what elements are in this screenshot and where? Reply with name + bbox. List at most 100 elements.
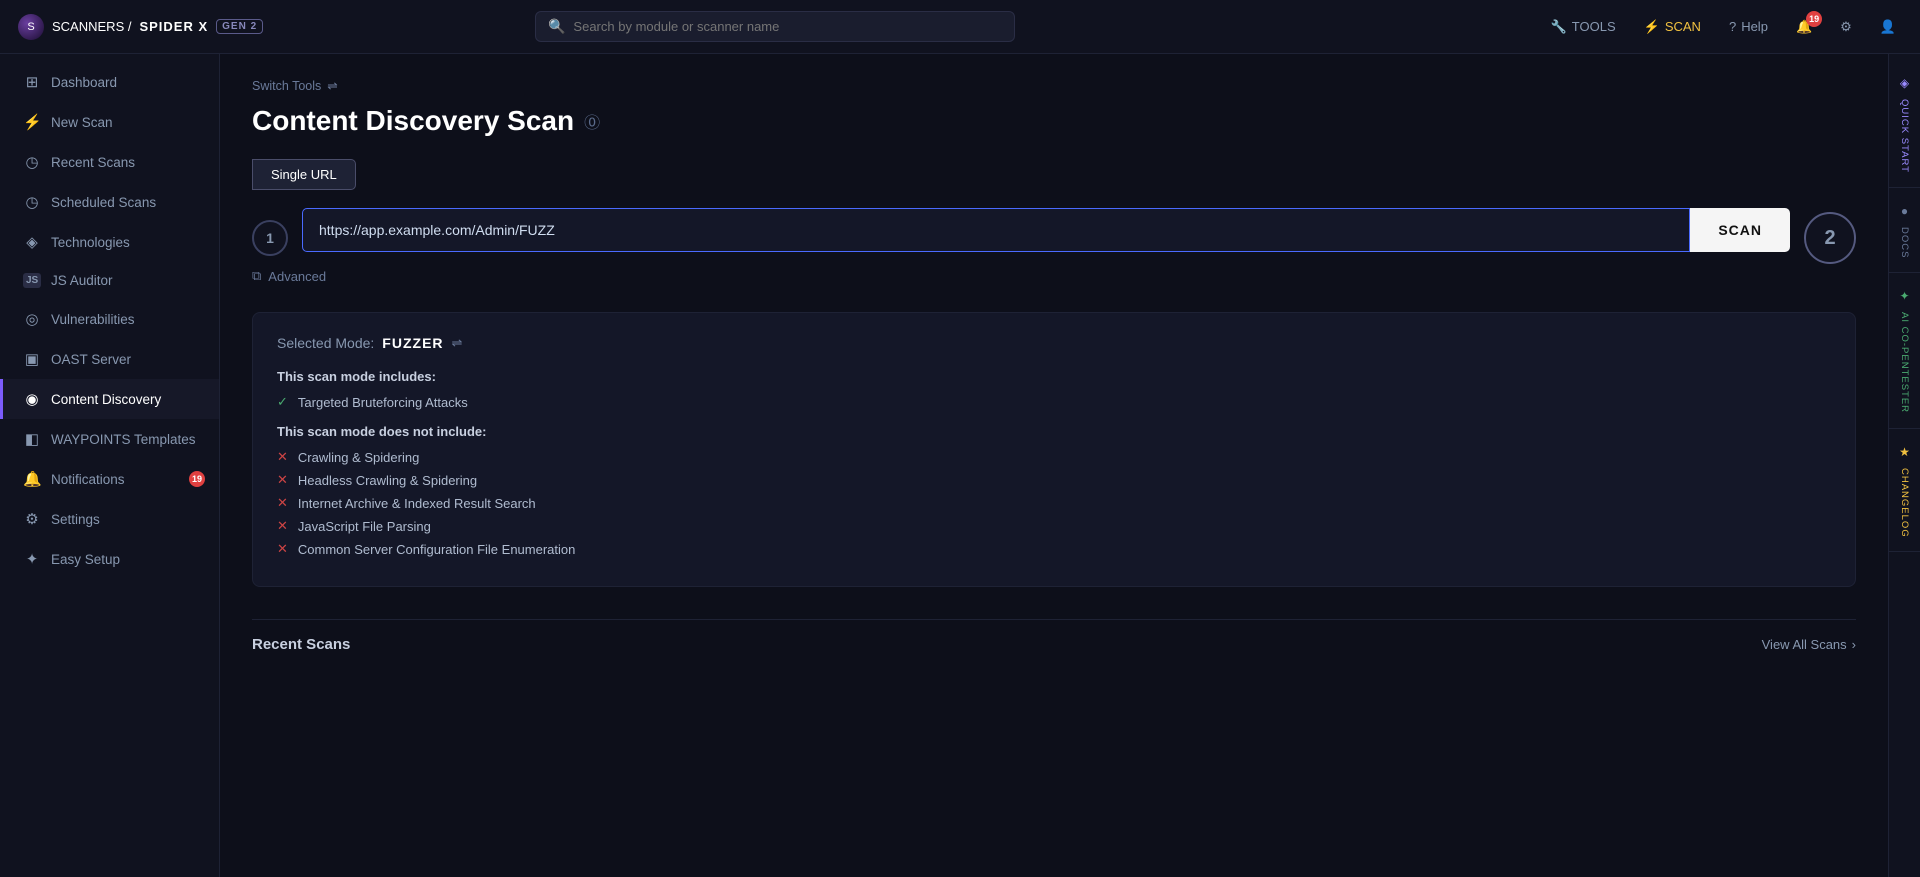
mode-row: Selected Mode: FUZZER ⇌: [277, 335, 1831, 351]
tab-bar: Single URL: [252, 159, 1856, 190]
step2-circle: 2: [1804, 212, 1856, 264]
layout: ⊞ Dashboard ⚡ New Scan ◷ Recent Scans ◷ …: [0, 54, 1920, 877]
sidebar-item-label: New Scan: [51, 115, 113, 130]
feature-excluded-label-0: Crawling & Spidering: [298, 450, 419, 465]
advanced-sliders-icon: ⧉: [252, 268, 261, 284]
docs-label: Docs: [1899, 227, 1910, 258]
tools-icon: 🔧: [1551, 19, 1567, 35]
sidebar-item-new-scan[interactable]: ⚡ New Scan: [0, 102, 219, 142]
url-input-row: SCAN: [302, 208, 1790, 252]
selected-mode-label: Selected Mode:: [277, 335, 374, 351]
ai-icon: ✦: [1898, 289, 1912, 304]
page-title: Content Discovery Scan: [252, 105, 574, 137]
settings-button[interactable]: ⚙: [1834, 15, 1858, 39]
sidebar-item-label: Easy Setup: [51, 552, 120, 567]
gen-badge: GEN 2: [216, 19, 263, 34]
avatar-icon: 👤: [1880, 19, 1896, 35]
sidebar-item-label: OAST Server: [51, 352, 131, 367]
feature-excluded-4: ✕ Common Server Configuration File Enume…: [277, 541, 1831, 557]
search-input[interactable]: [573, 12, 1002, 41]
sidebar-item-easy-setup[interactable]: ✦ Easy Setup: [0, 539, 219, 579]
scan-label: SCAN: [1665, 19, 1701, 34]
url-input[interactable]: [302, 208, 1690, 252]
view-all-scans-link[interactable]: View All Scans ›: [1762, 637, 1856, 652]
sidebar-item-js-auditor[interactable]: JS JS Auditor: [0, 262, 219, 299]
waypoints-icon: ◧: [23, 430, 41, 448]
feature-excluded-label-3: JavaScript File Parsing: [298, 519, 431, 534]
sidebar-item-recent-scans[interactable]: ◷ Recent Scans: [0, 142, 219, 182]
chevron-right-icon: ›: [1852, 637, 1856, 652]
sidebar-item-dashboard[interactable]: ⊞ Dashboard: [0, 62, 219, 102]
feature-excluded-label-4: Common Server Configuration File Enumera…: [298, 542, 575, 557]
switch-tools-icon: ⇌: [327, 78, 337, 93]
mode-value: FUZZER: [382, 335, 443, 351]
help-icon: ?: [1729, 19, 1736, 34]
easy-setup-icon: ✦: [23, 550, 41, 568]
scan-button[interactable]: ⚡ SCAN: [1638, 15, 1707, 39]
topnav: S SCANNERS / SPIDER X GEN 2 🔍 🔧 TOOLS ⚡ …: [0, 0, 1920, 54]
rp-tab-quick-start[interactable]: ◈ Quick start: [1889, 62, 1920, 188]
dashboard-icon: ⊞: [23, 73, 41, 91]
topnav-right: 🔧 TOOLS ⚡ SCAN ? Help 🔔 19 ⚙ 👤: [1545, 15, 1902, 39]
sidebar-item-scheduled-scans[interactable]: ◷ Scheduled Scans: [0, 182, 219, 222]
recent-scans-bar: Recent Scans View All Scans ›: [252, 619, 1856, 657]
help-label: Help: [1741, 19, 1768, 34]
feature-excluded-3: ✕ JavaScript File Parsing: [277, 518, 1831, 534]
advanced-label: Advanced: [268, 269, 326, 284]
sidebar-item-label: Dashboard: [51, 75, 117, 90]
not-includes-title: This scan mode does not include:: [277, 424, 1831, 439]
feature-excluded-label-1: Headless Crawling & Spidering: [298, 473, 477, 488]
tools-button[interactable]: 🔧 TOOLS: [1545, 15, 1622, 39]
view-all-label: View All Scans: [1762, 637, 1847, 652]
sidebar-item-waypoints[interactable]: ◧ WAYPOINTS Templates: [0, 419, 219, 459]
sidebar-item-label: WAYPOINTS Templates: [51, 432, 196, 447]
sidebar: ⊞ Dashboard ⚡ New Scan ◷ Recent Scans ◷ …: [0, 54, 220, 877]
sidebar-item-content-discovery[interactable]: ◉ Content Discovery: [0, 379, 219, 419]
scan-main-button[interactable]: SCAN: [1690, 208, 1790, 252]
notifications-button[interactable]: 🔔 19: [1790, 15, 1818, 39]
search-bar[interactable]: 🔍: [535, 11, 1015, 42]
feature-excluded-label-2: Internet Archive & Indexed Result Search: [298, 496, 536, 511]
tab-single-url[interactable]: Single URL: [252, 159, 356, 190]
scheduled-scans-icon: ◷: [23, 193, 41, 211]
mode-section: Selected Mode: FUZZER ⇌ This scan mode i…: [252, 312, 1856, 587]
rp-tab-changelog[interactable]: ★ Changelog: [1889, 431, 1920, 553]
mode-switch-icon[interactable]: ⇌: [452, 335, 463, 351]
sidebar-item-settings[interactable]: ⚙ Settings: [0, 499, 219, 539]
sidebar-item-label: Recent Scans: [51, 155, 135, 170]
sidebar-item-technologies[interactable]: ◈ Technologies: [0, 222, 219, 262]
includes-title: This scan mode includes:: [277, 369, 1831, 384]
vulnerabilities-icon: ◎: [23, 310, 41, 328]
feature-excluded-1: ✕ Headless Crawling & Spidering: [277, 472, 1831, 488]
page-title-help-icon[interactable]: ⓪: [584, 109, 600, 133]
new-scan-icon: ⚡: [23, 113, 41, 131]
sidebar-item-notifications[interactable]: 🔔 Notifications 19: [0, 459, 219, 499]
gear-icon: ⚙: [1840, 19, 1852, 35]
rp-tab-docs[interactable]: ● Docs: [1889, 190, 1920, 273]
quick-start-label: Quick start: [1899, 99, 1910, 173]
sidebar-item-label: Vulnerabilities: [51, 312, 135, 327]
notifications-badge: 19: [1806, 11, 1822, 27]
user-avatar-button[interactable]: 👤: [1874, 15, 1902, 39]
content-discovery-icon: ◉: [23, 390, 41, 408]
check-icon: ✓: [277, 394, 288, 410]
sidebar-item-label: Notifications: [51, 472, 125, 487]
brand: S SCANNERS / SPIDER X GEN 2: [18, 14, 263, 40]
x-icon-1: ✕: [277, 472, 288, 488]
sidebar-item-vulnerabilities[interactable]: ◎ Vulnerabilities: [0, 299, 219, 339]
step1-circle: 1: [252, 220, 288, 256]
x-icon-2: ✕: [277, 495, 288, 511]
x-icon-0: ✕: [277, 449, 288, 465]
changelog-label: Changelog: [1899, 468, 1910, 538]
help-button[interactable]: ? Help: [1723, 15, 1774, 38]
search-icon: 🔍: [548, 18, 565, 35]
sidebar-item-oast-server[interactable]: ▣ OAST Server: [0, 339, 219, 379]
x-icon-4: ✕: [277, 541, 288, 557]
sidebar-item-label: JS Auditor: [51, 273, 113, 288]
rp-tab-ai-copentester[interactable]: ✦ AI Co-Pentester: [1889, 275, 1920, 428]
tools-label: TOOLS: [1572, 19, 1616, 34]
recent-scans-title: Recent Scans: [252, 636, 350, 653]
advanced-row[interactable]: ⧉ Advanced: [252, 268, 1856, 284]
switch-tools[interactable]: Switch Tools ⇌: [252, 78, 1856, 93]
feature-included-0: ✓ Targeted Bruteforcing Attacks: [277, 394, 1831, 410]
